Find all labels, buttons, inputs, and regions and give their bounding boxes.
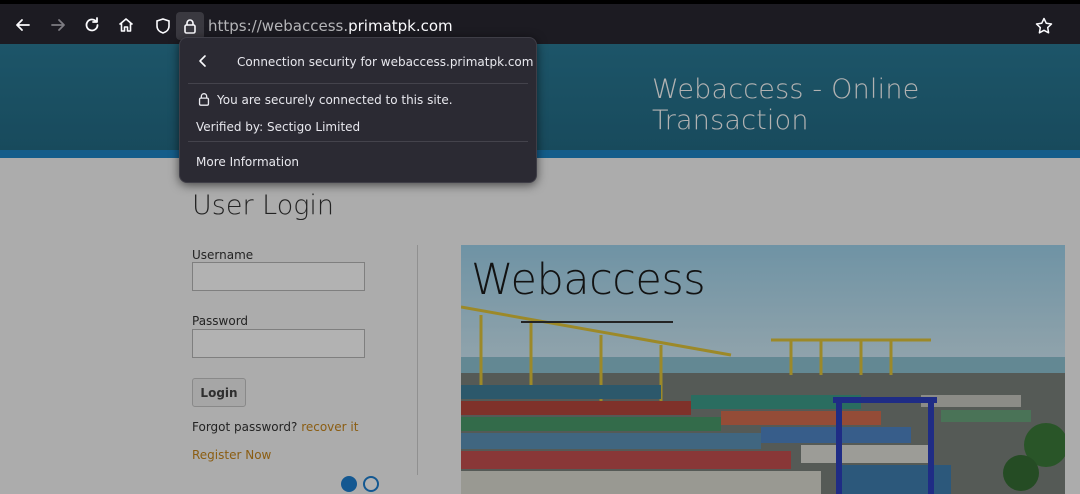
connection-security-popup: Connection security for webaccess.primat…: [179, 37, 537, 183]
home-button[interactable]: [113, 12, 139, 38]
secure-connection-text: You are securely connected to this site.: [217, 93, 453, 107]
chevron-left-icon[interactable]: [194, 52, 212, 70]
shield-icon[interactable]: [154, 17, 172, 35]
popup-title: Connection security for webaccess.primat…: [237, 55, 534, 69]
reload-icon: [85, 17, 99, 32]
star-icon[interactable]: [1034, 16, 1054, 36]
verified-by-text: Verified by: Sectigo Limited: [196, 120, 361, 134]
url-text[interactable]: https://webaccess.primatpk.com: [208, 17, 453, 35]
forward-arrow-icon: [51, 19, 65, 31]
popup-separator: [188, 83, 528, 84]
browser-toolbar: https://webaccess.primatpk.com: [0, 0, 1080, 44]
lock-icon: [184, 19, 196, 34]
back-button[interactable]: [10, 12, 36, 38]
site-security-button[interactable]: [176, 12, 204, 40]
popup-separator: [188, 141, 528, 142]
url-prefix: https://webaccess.: [208, 17, 349, 35]
forward-button[interactable]: [45, 12, 71, 38]
back-arrow-icon: [16, 19, 30, 31]
dim-overlay: [0, 44, 1080, 494]
home-icon: [118, 18, 134, 32]
more-information-button[interactable]: More Information: [196, 155, 299, 169]
reload-button[interactable]: [79, 12, 105, 38]
url-host: primatpk.com: [348, 17, 453, 35]
lock-icon: [198, 93, 210, 106]
